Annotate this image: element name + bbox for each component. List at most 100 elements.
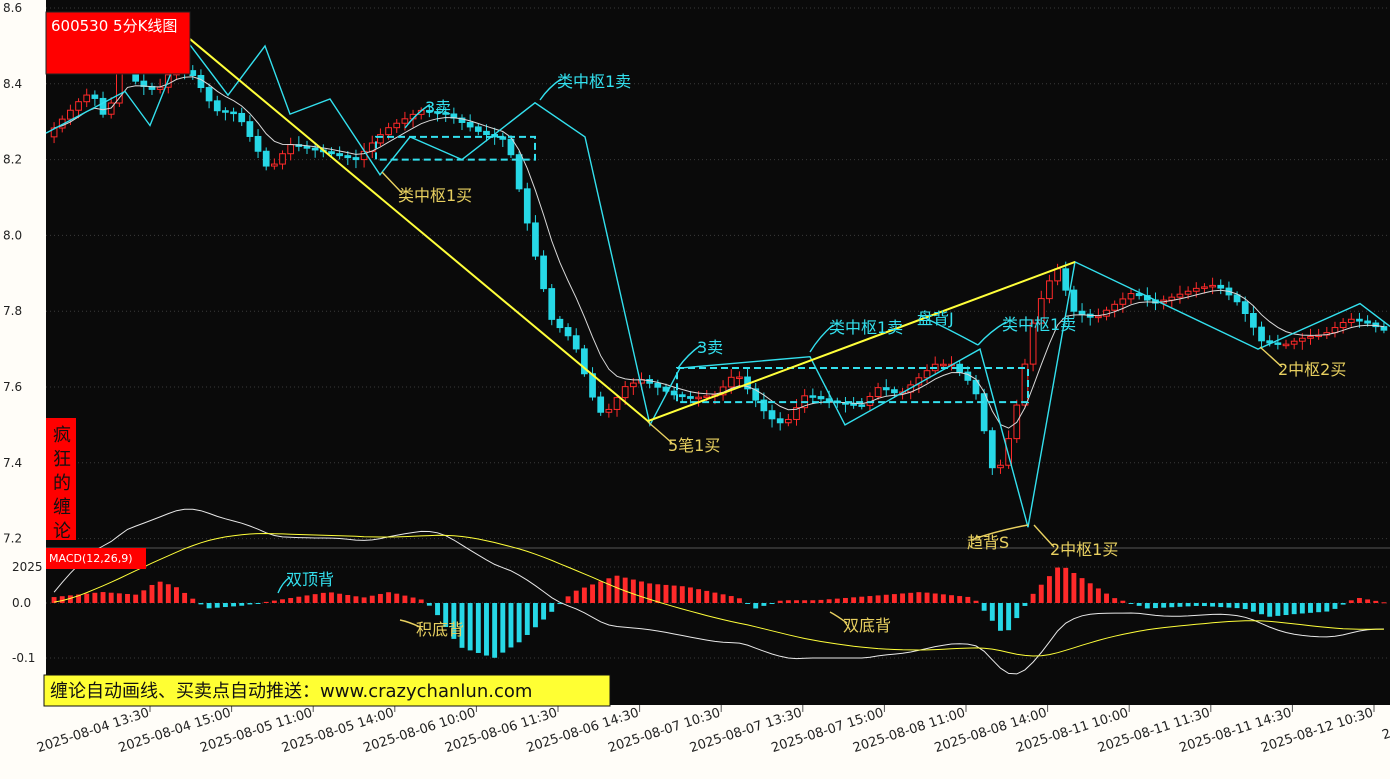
- candle-body: [678, 394, 686, 398]
- macd-bar: [679, 586, 685, 603]
- candle-body: [83, 94, 91, 103]
- price-tick-label: 8.6: [3, 1, 22, 15]
- macd-bar: [1250, 603, 1256, 612]
- candle-body: [809, 395, 817, 398]
- macd-bar: [320, 592, 326, 603]
- candle-body: [156, 86, 164, 90]
- candle-body: [613, 397, 621, 410]
- macd-bar: [1177, 603, 1183, 607]
- candle-body: [91, 94, 99, 99]
- macd-bar: [1112, 598, 1118, 603]
- macd-bar: [426, 603, 432, 606]
- macd-bar: [1381, 602, 1387, 604]
- side-label-char: 论: [53, 521, 71, 542]
- macd-bar: [728, 596, 734, 603]
- candle-body: [874, 387, 882, 398]
- macd-bar: [288, 598, 294, 603]
- macd-bar: [834, 598, 840, 603]
- candle-body: [1127, 293, 1135, 300]
- macd-bar: [198, 603, 204, 605]
- macd-bar: [565, 596, 571, 603]
- macd-bar: [377, 593, 383, 603]
- price-tick-label: 7.2: [3, 532, 22, 546]
- candle-body: [687, 396, 694, 399]
- kline-chart[interactable]: 8.6 8.4 8.2 8.0 7.8 7.6 7.4 7.2 2025 0.0 -0.1 类中枢…: [0, 0, 1390, 775]
- side-label: 疯 狂 的 缠 论: [46, 418, 76, 542]
- candle-body: [279, 153, 286, 165]
- candle-body: [736, 376, 743, 380]
- candle-body: [474, 126, 482, 132]
- candle-body: [1258, 326, 1265, 342]
- candle-body: [776, 418, 784, 424]
- macd-bar: [655, 584, 661, 603]
- candle-body: [1201, 286, 1208, 289]
- macd-bar: [777, 600, 783, 603]
- candle-body: [311, 147, 319, 151]
- candle-body: [980, 393, 988, 432]
- macd-bar: [524, 603, 530, 635]
- candle-body: [230, 111, 237, 115]
- candle-body: [75, 101, 82, 111]
- macd-bar: [769, 603, 775, 604]
- candle-body: [523, 188, 531, 224]
- annotation-label: 3卖: [697, 338, 723, 357]
- candle-body: [556, 318, 564, 329]
- macd-bar: [1210, 603, 1216, 607]
- macd-bar: [174, 587, 179, 603]
- macd-bar: [1071, 572, 1077, 603]
- candle-body: [850, 403, 857, 406]
- candle-body: [1111, 303, 1119, 311]
- price-tick-label: 8.0: [3, 228, 22, 242]
- macd-bar: [1365, 599, 1371, 603]
- candle-body: [817, 396, 825, 400]
- macd-bar: [1161, 603, 1167, 608]
- candle-body: [466, 121, 474, 128]
- macd-bar: [671, 585, 677, 603]
- candle-body: [1021, 363, 1029, 406]
- macd-bar: [100, 592, 106, 603]
- macd-bar: [312, 594, 318, 603]
- banner: 缠论自动画线、买卖点自动推送：www.crazychanlun.com: [43, 674, 611, 707]
- macd-bar: [989, 603, 995, 621]
- candle-body: [262, 150, 270, 167]
- macd-bar: [116, 593, 122, 603]
- macd-bar: [1087, 583, 1093, 603]
- macd-bar: [1046, 576, 1052, 603]
- macd-bar: [402, 595, 408, 603]
- macd-bar: [1136, 603, 1142, 606]
- candle-body: [1070, 289, 1078, 312]
- macd-bar: [810, 600, 816, 603]
- macd-bar: [239, 603, 245, 606]
- candle-body: [287, 144, 295, 155]
- macd-bar: [165, 584, 171, 603]
- candle-body: [1380, 326, 1388, 331]
- macd-bar: [410, 597, 416, 603]
- annotation-label: 5笔1买: [668, 436, 720, 455]
- macd-bar: [1063, 567, 1069, 603]
- macd-bar: [1340, 603, 1346, 605]
- macd-bar: [802, 600, 808, 603]
- macd-bar: [206, 603, 212, 609]
- macd-bar: [720, 594, 726, 603]
- candle-body: [564, 327, 572, 337]
- candle-body: [1209, 284, 1216, 288]
- macd-bar: [386, 592, 392, 603]
- macd-tick-label: 2025: [12, 560, 43, 574]
- macd-bar: [1308, 603, 1313, 613]
- side-label-char: 的: [53, 473, 71, 494]
- macd-bar: [467, 603, 473, 651]
- macd-label: MACD(12,26,9): [46, 548, 146, 569]
- macd-bar: [182, 592, 188, 603]
- candle-body: [328, 151, 335, 155]
- annotation-label: 2中枢1买: [1050, 540, 1118, 559]
- candle-body: [1062, 268, 1070, 291]
- macd-bar: [222, 603, 228, 608]
- candle-body: [238, 112, 246, 123]
- candle-body: [597, 396, 605, 413]
- macd-bar: [818, 599, 824, 603]
- macd-bar: [900, 593, 906, 603]
- macd-bar: [92, 592, 98, 603]
- macd-bar: [712, 592, 718, 603]
- candle-body: [1078, 310, 1086, 315]
- macd-bar: [1055, 567, 1061, 603]
